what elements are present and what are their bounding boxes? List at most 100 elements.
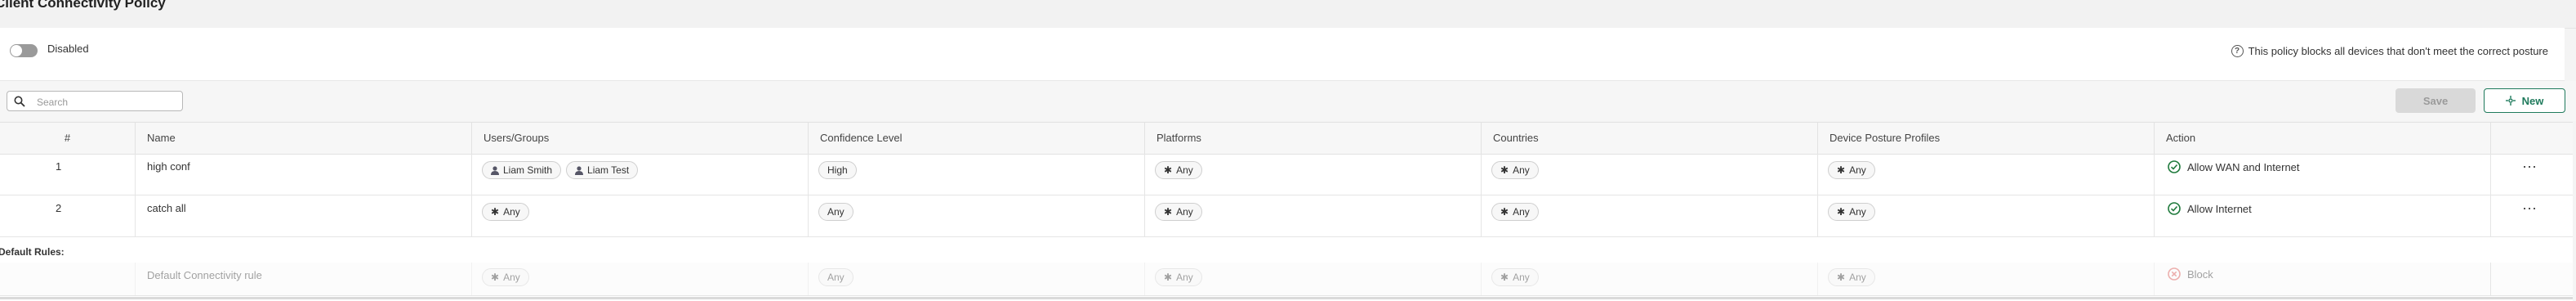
profiles-chip-label: Any [1849,272,1866,283]
countries-chip-label: Any [1513,164,1530,176]
row-index: 2 [56,202,62,214]
column-header-platforms[interactable]: Platforms [1144,123,1481,154]
asterisk-icon: ✱ [1500,272,1509,283]
row-index-cell: 2 [0,195,135,236]
asterisk-icon: ✱ [491,206,500,218]
confidence-chip: High [818,161,857,179]
default-rules-label: Default Rules: [0,246,65,258]
countries-chip-label: Any [1513,206,1530,218]
column-header-users[interactable]: Users/Groups [471,123,808,154]
users-chip: ✱ Any [482,203,529,221]
users-chip-label: Any [503,206,520,218]
user-icon [491,165,499,175]
toolbar: Save New [0,81,2576,121]
question-circle-icon: ? [2231,45,2244,57]
platforms-chip-label: Any [1176,164,1193,176]
platforms-chip: ✱ Any [1155,268,1202,286]
new-button[interactable]: New [2484,88,2565,113]
default-rule-row: Default Connectivity rule ✱ Any Any ✱ Any … [0,263,2573,296]
column-header-index: # [64,132,71,144]
confidence-chip: Any [818,203,853,221]
countries-chip: ✱ Any [1491,268,1539,286]
countries-chip: ✱ Any [1491,203,1539,221]
check-circle-icon [2168,202,2181,215]
asterisk-icon: ✱ [1837,164,1846,176]
profiles-chip-label: Any [1849,206,1866,218]
search-box[interactable] [7,91,183,111]
table-row[interactable]: 1 high conf Liam Smith Liam Test High ✱ A… [0,154,2573,195]
asterisk-icon: ✱ [1164,272,1173,283]
user-chip: Liam Test [566,161,639,179]
action-label: Allow WAN and Internet [2187,160,2300,173]
row-name-cell: Default Connectivity rule [135,263,471,295]
policy-note-text: This policy blocks all devices that don'… [2248,45,2548,57]
new-button-label: New [2521,94,2544,107]
row-index-cell: 1 [0,154,135,195]
action-label: Block [2187,267,2213,281]
row-index: 1 [56,160,62,173]
row-profiles-cell: ✱ Any [1817,154,2154,195]
action-label: Allow Internet [2187,202,2252,215]
row-action-cell: Allow WAN and Internet [2154,154,2490,195]
users-chip-label: Any [503,272,520,283]
profiles-chip-label: Any [1849,164,1866,176]
user-chip-label: Liam Smith [503,164,553,176]
search-icon [14,96,25,107]
profiles-chip: ✱ Any [1828,203,1875,221]
rule-name: high conf [147,160,190,173]
column-header-action[interactable]: Action [2154,123,2490,154]
platforms-chip: ✱ Any [1155,161,1202,179]
rule-name: Default Connectivity rule [147,269,262,281]
column-header-profiles[interactable]: Device Posture Profiles [1817,123,2154,154]
platforms-chip-label: Any [1176,272,1193,283]
row-users-cell: Liam Smith Liam Test [471,154,808,195]
check-circle-icon [2168,160,2181,173]
row-action-cell: Allow Internet [2154,195,2490,236]
asterisk-icon: ✱ [1837,206,1846,218]
search-input[interactable] [35,94,177,110]
row-name-cell: catch all [135,195,471,236]
more-options-icon[interactable]: ⋯ [2522,159,2538,176]
row-name-cell: high conf [135,154,471,195]
save-button[interactable]: Save [2396,88,2476,113]
asterisk-icon: ✱ [1164,206,1173,218]
row-users-cell: ✱ Any [471,195,808,236]
row-confidence-cell: Any [808,195,1144,236]
platforms-chip-label: Any [1176,206,1193,218]
table-bottom-border [0,297,2573,299]
table-row[interactable]: 2 catch all ✱ Any Any ✱ Any ✱ Any ✱ Any Allo… [0,195,2573,237]
rule-name: catch all [147,202,186,214]
row-index-cell [0,263,135,295]
new-rule-icon [2505,96,2516,106]
asterisk-icon: ✱ [1500,206,1509,218]
confidence-chip: Any [818,268,853,286]
user-chip: Liam Smith [482,161,562,179]
row-menu-cell: ⋯ [2490,154,2573,195]
enable-toggle[interactable] [10,44,38,57]
user-chip-label: Liam Test [587,164,630,176]
row-users-cell: ✱ Any [471,263,808,295]
column-header-confidence[interactable]: Confidence Level [808,123,1144,154]
platforms-chip: ✱ Any [1155,203,1202,221]
policy-note: ? This policy blocks all devices that do… [2231,45,2548,57]
title-bar: Client Connectivity Policy [0,0,2576,29]
row-menu-cell: ⋯ [2490,195,2573,236]
asterisk-icon: ✱ [491,272,500,283]
toggle-knob [11,45,22,56]
profiles-chip: ✱ Any [1828,268,1875,286]
row-profiles-cell: ✱ Any [1817,263,2154,295]
column-header-menu [2490,123,2573,154]
row-countries-cell: ✱ Any [1481,263,1817,295]
row-confidence-cell: High [808,154,1144,195]
row-countries-cell: ✱ Any [1481,195,1817,236]
more-options-icon[interactable]: ⋯ [2522,200,2538,218]
countries-chip-label: Any [1513,272,1530,283]
table-header: # Name Users/Groups Confidence Level Pla… [0,122,2573,155]
rules-table: # Name Users/Groups Confidence Level Pla… [0,122,2573,301]
asterisk-icon: ✱ [1500,164,1509,176]
row-platforms-cell: ✱ Any [1144,263,1481,295]
countries-chip: ✱ Any [1491,161,1539,179]
column-header-countries[interactable]: Countries [1481,123,1817,154]
row-confidence-cell: Any [808,263,1144,295]
column-header-name[interactable]: Name [135,123,471,154]
